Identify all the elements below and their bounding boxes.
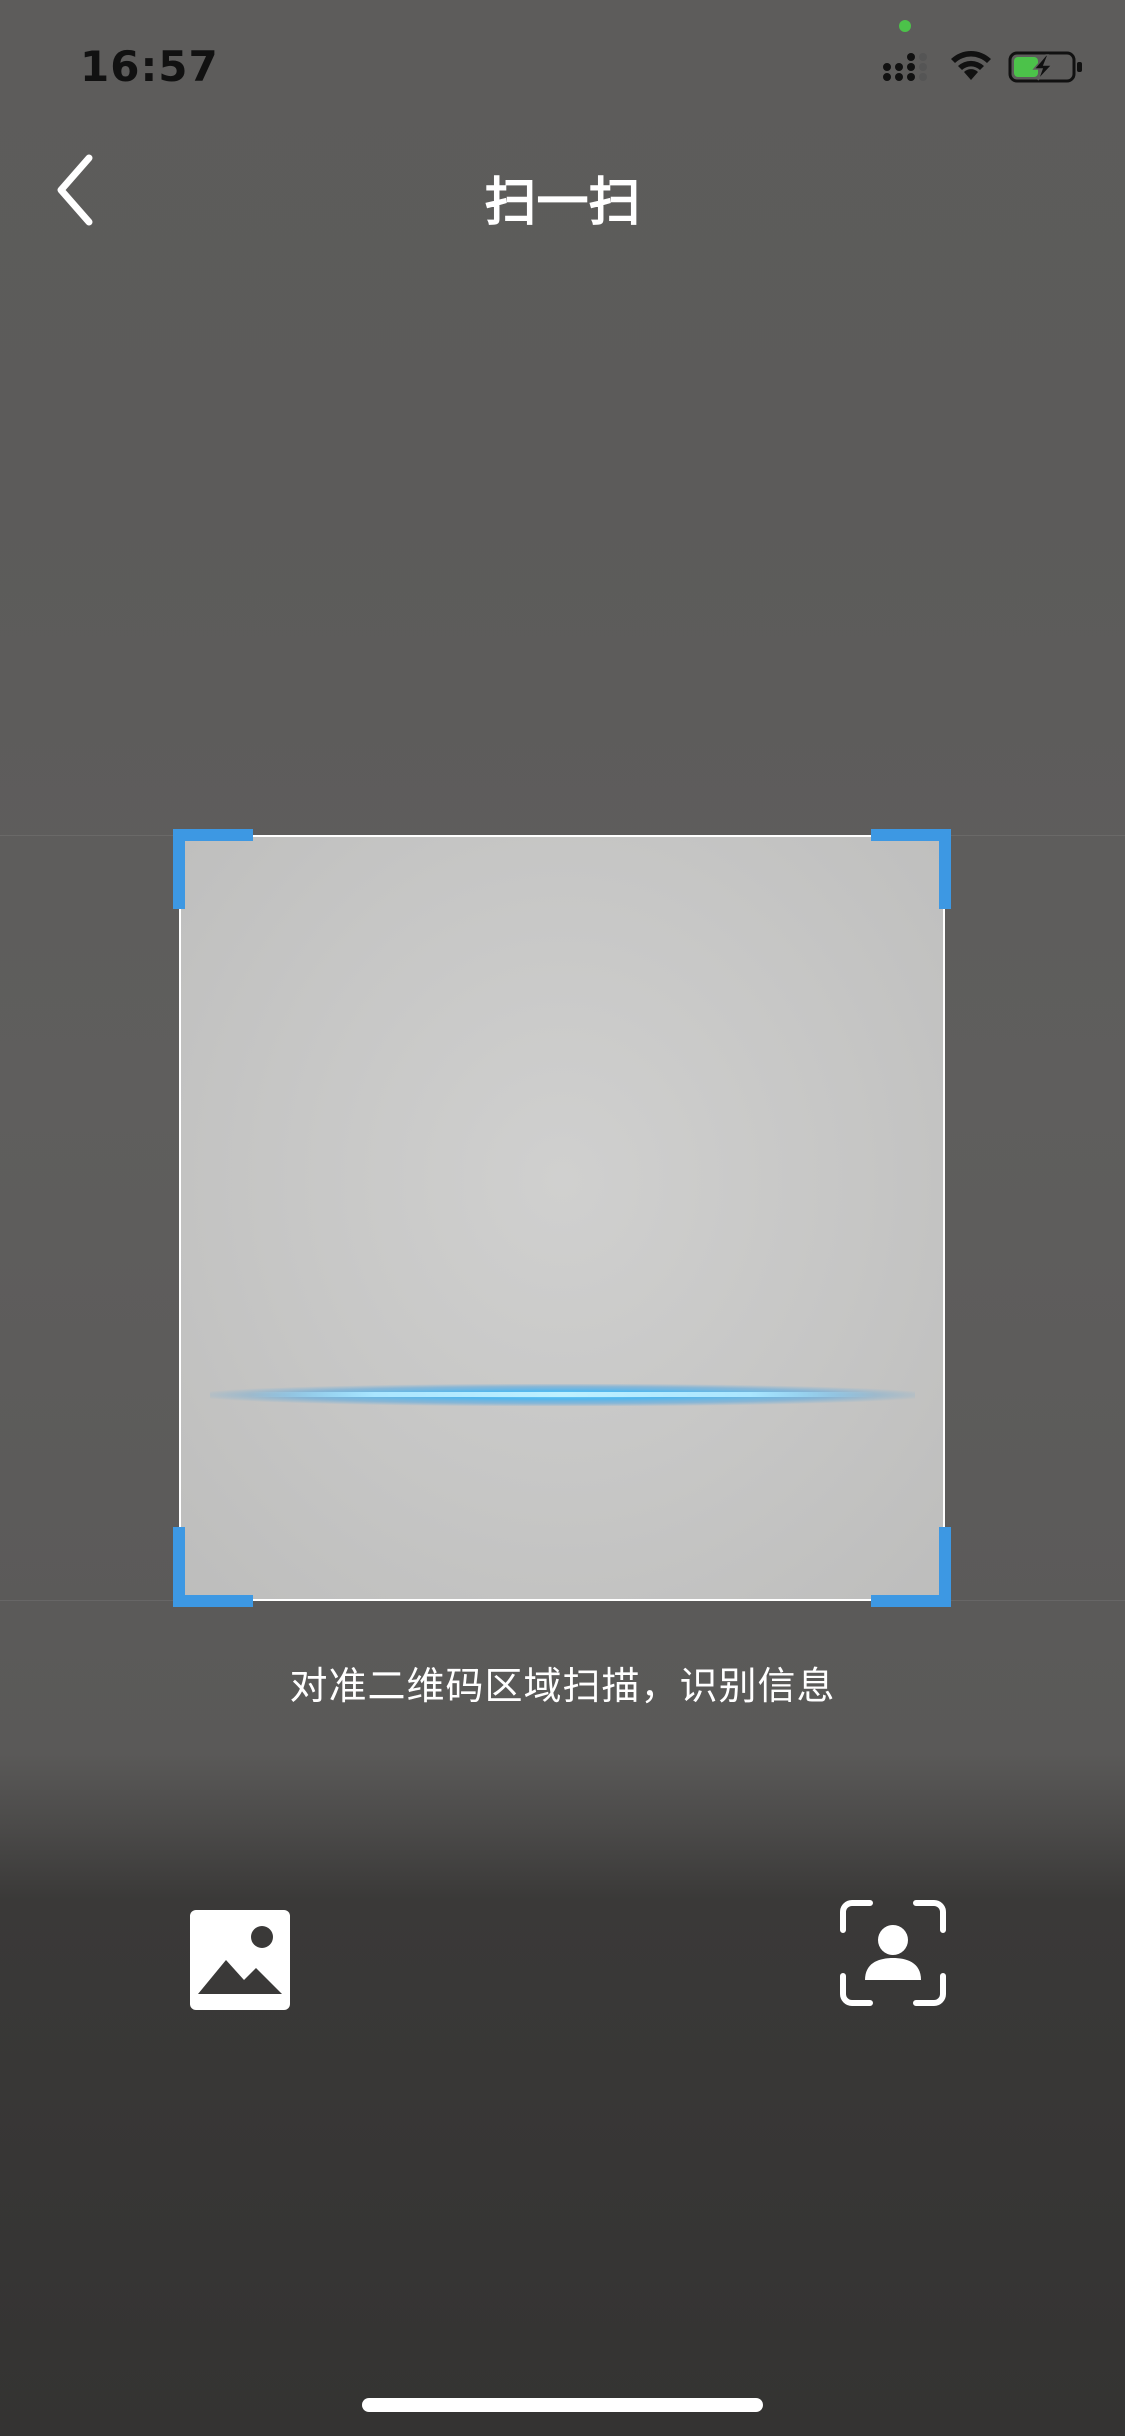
page-title: 扫一扫 [484,173,641,233]
wifi-icon [951,51,991,80]
scan-hint-text: 对准二维码区域扫描，识别信息 [289,1664,836,1708]
my-qrcode-button[interactable] [838,1898,948,2008]
album-button[interactable] [190,1910,290,2010]
scan-viewfinder [179,835,945,1601]
viewfinder-corner-top-right [871,829,951,909]
scan-line [250,1392,875,1397]
status-time: 16:57 [80,42,219,91]
viewfinder-corner-top-left [173,829,253,909]
camera-in-use-indicator [899,20,911,32]
status-bar: 16:57 [0,0,1125,140]
viewfinder-corner-bottom-right [871,1527,951,1607]
viewfinder-corner-bottom-left [173,1527,253,1607]
person-scan-icon [840,1900,946,2006]
image-icon [190,1910,290,2010]
scan-screen: 16:57 扫一扫 对准二维码区域扫描，识别信息 [0,0,1125,2436]
cellular-signal-icon [883,53,927,81]
home-indicator[interactable] [362,2398,763,2412]
battery-charging-icon [1008,51,1082,83]
